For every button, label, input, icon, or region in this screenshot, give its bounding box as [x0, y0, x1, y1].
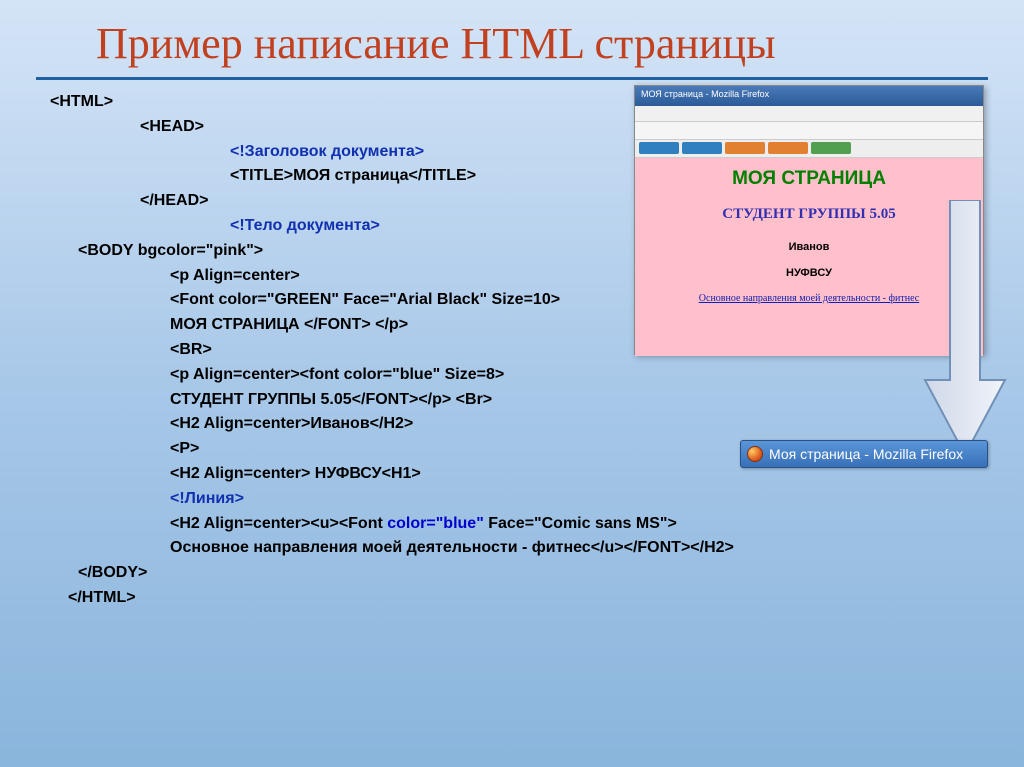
code-line: <p Align=center><font color="blue" Size=… [170, 363, 984, 388]
toolbar-button [682, 142, 722, 154]
browser-titlebar: МОЯ страница - Mozilla Firefox [635, 86, 983, 106]
code-line: </BODY> [78, 561, 984, 586]
code-line: Основное направления моей деятельности -… [170, 536, 984, 561]
code-fragment: color="blue" [387, 515, 484, 532]
code-line: <H2 Align=center>Иванов</H2> [170, 412, 984, 437]
toolbar-button [725, 142, 765, 154]
slide-title: Пример написание HTML страницы [36, 0, 988, 80]
preview-title: МОЯ СТРАНИЦА [635, 168, 983, 190]
code-comment: <!Линия> [170, 487, 984, 512]
browser-toolbar [635, 140, 983, 158]
code-line: <H2 Align=center><u><Font color="blue" F… [170, 512, 984, 537]
toolbar-button [639, 142, 679, 154]
taskbar-button[interactable]: Моя страница - Mozilla Firefox [740, 440, 988, 468]
taskbar-label: Моя страница - Mozilla Firefox [769, 446, 963, 462]
arrow-annotation [920, 200, 1010, 465]
code-fragment: <H2 Align=center><u><Font [170, 515, 387, 532]
toolbar-button [768, 142, 808, 154]
browser-menubar [635, 106, 983, 122]
toolbar-button [811, 142, 851, 154]
code-fragment: Face="Comic sans MS"> [484, 515, 677, 532]
code-line: </HTML> [68, 586, 984, 611]
code-line: СТУДЕНТ ГРУППЫ 5.05</FONT></p> <Br> [170, 388, 984, 413]
browser-addressbar [635, 122, 983, 140]
firefox-icon [747, 446, 763, 462]
